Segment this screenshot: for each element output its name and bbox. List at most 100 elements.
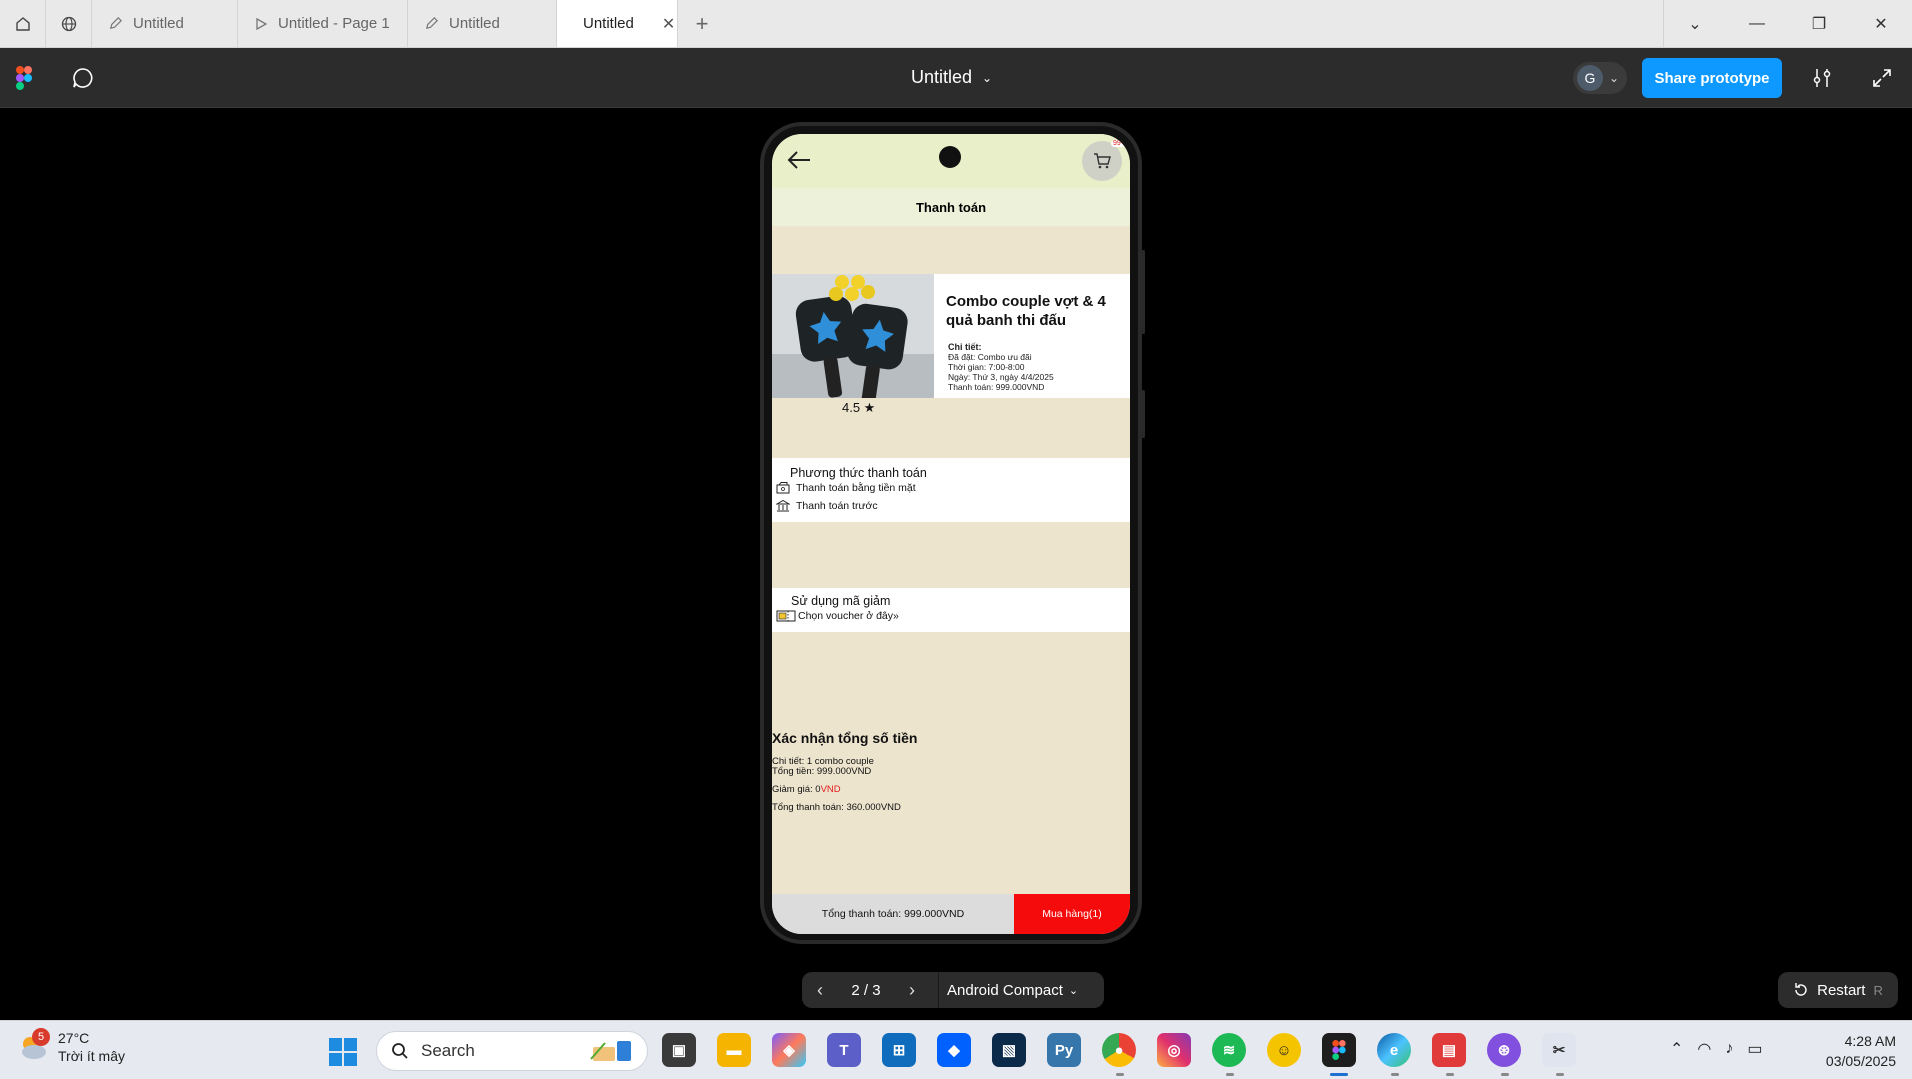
new-tab-button[interactable]: + [678,0,726,47]
battery-icon[interactable]: ▭ [1747,1039,1762,1059]
tab-label: Untitled [449,15,500,32]
github-icon[interactable]: ⊛ [1487,1033,1521,1067]
running-indicator [1556,1073,1564,1076]
payment-option-cash[interactable]: Thanh toán bằng tiền mặt [776,482,916,494]
figma-logo-icon[interactable] [14,66,34,90]
pdf-app-icon[interactable]: ▤ [1432,1033,1466,1067]
copilot-icon[interactable]: ◈ [772,1033,806,1067]
snipping-tool-icon[interactable]: ✂ [1542,1033,1576,1067]
discount-label: Giảm giá: 0 [772,784,821,795]
tab-untitled-active[interactable]: Untitled ✕ [557,0,678,47]
confirm-discount: Giảm giá: 0VND [772,784,841,795]
restore-button[interactable]: ❐ [1788,0,1850,48]
edge-icon[interactable]: e [1377,1033,1411,1067]
file-title-dropdown[interactable]: Untitled ⌄ [911,67,992,88]
weather-condition: Trời ít mây [58,1048,125,1064]
close-window-button[interactable]: ✕ [1850,0,1912,48]
share-prototype-button[interactable]: Share prototype [1642,58,1782,98]
chevron-down-icon: ⌄ [982,70,993,85]
home-icon[interactable] [0,0,46,47]
payment-option-label: Thanh toán trước [796,500,878,512]
file-explorer-icon[interactable]: ▬ [717,1033,751,1067]
payment-method-section: Phương thức thanh toán Thanh toán bằng t… [772,458,1130,522]
tab-untitled-2[interactable]: Untitled [408,0,557,47]
app-header: 99+ [772,134,1130,188]
search-highlight-icon [590,1041,631,1061]
product-name: Combo couple vợt & 4 quả banh thi đấu [946,293,1106,329]
chevron-down-icon: ⌄ [1609,71,1620,85]
tab-untitled-page-1[interactable]: Untitled - Page 1 [238,0,408,47]
device-dropdown[interactable]: Android Compact ⌄ [947,982,1078,999]
detail-line: Thời gian: 7:00-8:00 [948,362,1025,372]
payment-option-label: Thanh toán bằng tiền mặt [796,482,916,494]
restart-button[interactable]: Restart R [1778,972,1898,1008]
minimize-button[interactable]: — [1726,0,1788,48]
visual-studio-icon[interactable]: ▧ [992,1033,1026,1067]
voucher-title: Sử dụng mã giảm [791,594,891,608]
tab-untitled-1[interactable]: Untitled [92,0,238,47]
system-tray: ⌃ ◠ ♪ ▭ [1670,1039,1763,1059]
weather-widget[interactable]: 5 27°C Trời ít mây [16,1028,125,1065]
buy-button[interactable]: Mua hàng(1) [1014,894,1130,934]
window-controls: ⌄ — ❐ ✕ [1663,0,1912,48]
taskview-app-icon[interactable]: ▣ [662,1033,696,1067]
figma-taskbar-icon[interactable] [1322,1033,1356,1067]
product-image [772,274,934,398]
cart-badge: 99+ [1111,140,1127,147]
user-avatar-menu[interactable]: G ⌄ [1573,62,1627,94]
play-icon [256,17,268,30]
instagram-icon[interactable]: ◎ [1157,1033,1191,1067]
taskbar-clock[interactable]: 4:28 AM 03/05/2025 [1808,1031,1896,1071]
python-icon[interactable]: Py [1047,1033,1081,1067]
windows-taskbar: 5 27°C Trời ít mây Search ▣ ▬ ◈ T ⊞ ◆ ▧ … [0,1020,1912,1079]
product-details: Chi tiết: Đã đặt: Combo ưu đãi Thời gian… [948,342,1054,392]
volume-icon[interactable]: ♪ [1725,1040,1733,1058]
wifi-icon[interactable]: ◠ [1697,1039,1711,1059]
back-arrow-icon[interactable] [786,148,812,172]
voucher-section: Sử dụng mã giảm Chọn voucher ở đây» [772,588,1130,632]
chevron-up-icon[interactable]: ⌃ [1670,1039,1683,1059]
spotify-icon[interactable]: ≋ [1212,1033,1246,1067]
running-indicator [1226,1073,1234,1076]
choose-voucher-label: Chọn voucher ở đây» [798,610,899,622]
chrome-icon[interactable]: ● [1102,1033,1136,1067]
cart-button[interactable] [1082,141,1122,181]
chevron-down-icon: ⌄ [1068,984,1079,997]
settings-sliders-icon[interactable] [1810,66,1834,90]
prototype-screen: 99+ Thanh toán Combo couple vợt & 4 quả … [772,134,1130,934]
tabs-dropdown-icon[interactable]: ⌄ [1664,0,1726,48]
next-frame-button[interactable]: › [894,980,930,1001]
comment-icon[interactable] [72,67,94,89]
cart-icon [1094,153,1111,169]
detail-line: Thanh toán: 999.000VND [948,382,1045,392]
choose-voucher-link[interactable]: Chọn voucher ở đây» [776,610,899,622]
discount-unit: VND [820,784,841,795]
running-indicator-active [1330,1073,1348,1076]
taskbar-search[interactable]: Search [376,1031,648,1071]
restart-icon [1795,983,1807,996]
expand-icon[interactable] [1870,66,1894,90]
start-button-windows-icon[interactable] [329,1038,357,1066]
dropbox-icon[interactable]: ◆ [937,1033,971,1067]
tab-label: Untitled [583,15,634,32]
globe-icon[interactable] [46,0,92,47]
avatar: G [1577,65,1603,91]
previous-frame-button[interactable]: ‹ [802,980,838,1001]
pen-icon [109,17,122,30]
chat-app-icon[interactable]: ☺ [1267,1033,1301,1067]
payment-method-title: Phương thức thanh toán [790,466,927,480]
confirm-total: Tổng tiền: 999.000VND [772,766,872,777]
file-title: Untitled [911,67,973,87]
product-rating: 4.5 ★ [842,400,876,415]
search-placeholder: Search [421,1041,475,1060]
product-card[interactable]: Combo couple vợt & 4 quả banh thi đấu Ch… [772,274,1130,398]
device-label: Android Compact [947,981,1063,999]
teams-icon[interactable]: T [827,1033,861,1067]
figma-toolbar: Untitled ⌄ G ⌄ Share prototype [0,48,1912,108]
tab-label: Untitled - Page 1 [278,15,390,32]
clock-date: 03/05/2025 [1825,1053,1896,1069]
payment-option-prepay[interactable]: Thanh toán trước [776,500,878,512]
close-tab-icon[interactable]: ✕ [662,14,675,34]
microsoft-store-icon[interactable]: ⊞ [882,1033,916,1067]
checkout-total: Tổng thanh toán: 999.000VND [772,894,1014,934]
